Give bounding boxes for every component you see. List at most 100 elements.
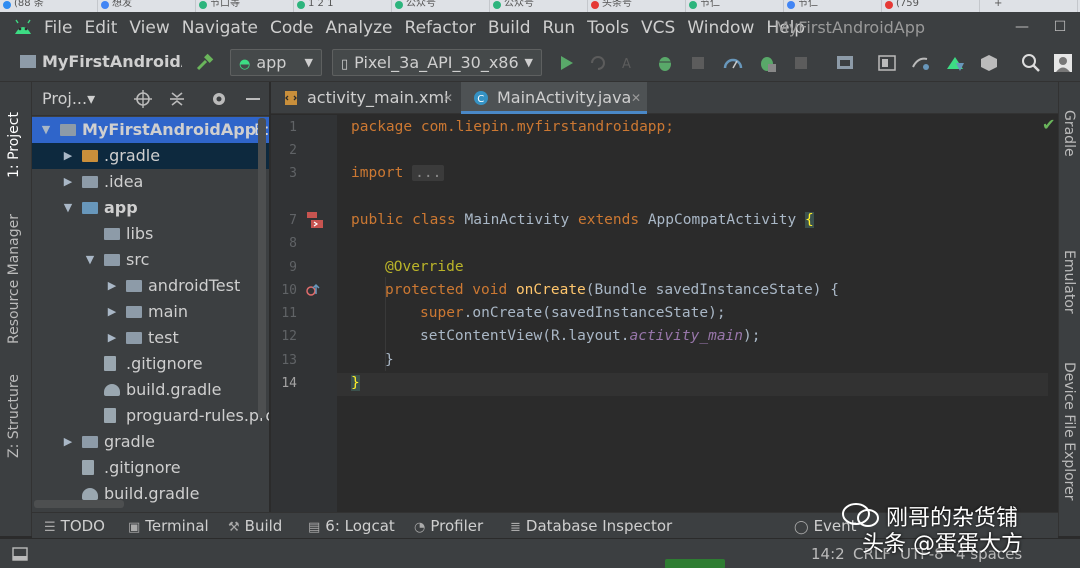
stop-icon[interactable] [790,53,812,73]
inspection-ok-icon[interactable]: ✔ [1042,115,1055,134]
tree-item[interactable]: ▶ gradle [32,429,269,455]
tree-horizontal-scrollbar[interactable] [34,500,124,508]
editor-scrollbar[interactable] [1048,115,1058,513]
tab-project[interactable]: 1: Project [6,112,22,178]
tool-database-inspector[interactable]: ≣ Database Inspector [510,513,672,541]
browser-tab[interactable]: 公众号 [392,0,490,12]
chevron-right-icon[interactable]: ▶ [62,143,74,169]
sdk-manager-icon[interactable] [944,53,966,73]
browser-tab-label: 节仁 [700,0,720,9]
hammer-icon[interactable] [194,53,216,73]
account-icon[interactable] [1052,53,1074,73]
menu-refactor[interactable]: Refactor [405,12,476,44]
layout-inspector-icon[interactable] [978,53,1000,73]
code-editor[interactable]: package com.liepin.myfirstandroidapp; im… [337,115,1048,513]
tree-item[interactable]: ▼ src [32,247,269,273]
browser-tab[interactable]: 1 2 1 [294,0,392,12]
project-structure-icon[interactable] [834,53,856,73]
maximize-button[interactable]: ☐ [1040,12,1080,44]
chevron-right-icon[interactable]: ▶ [62,169,74,195]
project-view-select[interactable]: Proj...▾ [42,89,95,108]
tab-activity-main-xml[interactable]: activity_main.xml ✕ [271,82,459,114]
attach-process-icon[interactable] [756,53,778,73]
apply-code-changes-icon[interactable]: A [619,53,641,73]
attach-debugger-icon[interactable] [688,53,710,73]
menu-code[interactable]: Code [270,12,314,44]
menu-vcs[interactable]: VCS [641,12,675,44]
profile-icon[interactable] [722,53,744,73]
menu-file[interactable]: File [44,12,72,44]
tab-main-activity-java[interactable]: C MainActivity.java ✕ [461,82,647,114]
tree-item[interactable]: ▶ .idea [32,169,269,195]
tree-item[interactable]: .gitignore [32,455,269,481]
hide-panel-icon[interactable] [244,90,262,108]
browser-tab[interactable]: 头条号 [588,0,686,12]
menu-edit[interactable]: Edit [84,12,117,44]
tree-item[interactable]: ▶ androidTest [32,273,269,299]
tree-item[interactable]: libs [32,221,269,247]
tab-gradle[interactable]: Gradle [1061,110,1077,157]
tree-item[interactable]: build.gradle [32,377,269,403]
gear-icon[interactable] [210,90,228,108]
browser-tab[interactable]: 节仁 [686,0,784,12]
tool-windows-toggle-icon[interactable] [12,546,28,562]
browser-tab[interactable]: 公众号 [490,0,588,12]
chevron-right-icon[interactable]: ▶ [106,325,118,351]
tree-item[interactable]: ▼ app [32,195,269,221]
run-class-gutter-icon[interactable] [305,210,325,230]
tree-item[interactable]: .gitignore [32,351,269,377]
tree-item[interactable]: ▶ .gradle [32,143,269,169]
close-icon[interactable]: ✕ [631,82,641,114]
project-breadcrumb[interactable]: MyFirstAndroidApp [20,52,182,71]
browser-tab[interactable]: 节口等 [196,0,294,12]
chevron-down-icon[interactable]: ▼ [40,117,52,143]
sync-gradle-icon[interactable] [910,53,932,73]
chevron-down-icon[interactable]: ▼ [84,247,96,273]
run-icon[interactable] [555,53,577,73]
minimize-button[interactable]: — [1002,12,1042,44]
run-config-select[interactable]: ◓ app ▼ [230,49,322,76]
tab-resource-manager[interactable]: Resource Manager [6,214,22,344]
tool-build[interactable]: ⚒ Build [228,513,282,541]
tool-todo[interactable]: ☰ TODO [44,513,105,541]
debug-icon[interactable] [654,53,676,73]
tab-device-file-explorer[interactable]: Device File Explorer [1061,362,1077,501]
browser-tab[interactable]: 想发 [98,0,196,12]
chevron-right-icon[interactable]: ▶ [106,299,118,325]
menu-view[interactable]: View [129,12,169,44]
chevron-right-icon[interactable]: ▶ [62,429,74,455]
tab-emulator[interactable]: Emulator [1061,250,1077,314]
browser-tab[interactable]: + [980,0,1078,12]
menu-build[interactable]: Build [488,12,531,44]
close-icon[interactable]: ✕ [443,82,453,114]
browser-tab[interactable]: 节仁 [784,0,882,12]
tab-structure[interactable]: Z: Structure [6,374,22,458]
run-config-label: app [256,53,287,72]
tree-item[interactable]: ▶ test [32,325,269,351]
menu-analyze[interactable]: Analyze [326,12,393,44]
tool-terminal[interactable]: ▣ Terminal [128,513,209,541]
chevron-down-icon[interactable]: ▼ [62,195,74,221]
collapse-all-icon[interactable] [168,90,186,108]
chevron-right-icon[interactable]: ▶ [106,273,118,299]
override-gutter-icon[interactable] [305,282,321,298]
apply-changes-icon[interactable] [587,53,609,73]
tree-item[interactable]: ▼MyFirstAndroidAppE:\A [32,117,269,143]
tool-logcat[interactable]: ▤ 6: Logcat [308,513,395,541]
tree-scrollbar[interactable] [258,118,266,418]
folded-imports[interactable]: ... [412,165,445,181]
menu-tools[interactable]: Tools [587,12,629,44]
browser-tab[interactable]: (88 条 [0,0,98,12]
browser-tab[interactable]: (759 [882,0,980,12]
tree-item[interactable]: proguard-rules.pro [32,403,269,429]
menu-run[interactable]: Run [543,12,576,44]
device-select[interactable]: ▯ Pixel_3a_API_30_x86 ▼ [332,49,542,76]
code-line: import ... [351,162,445,185]
menu-navigate[interactable]: Navigate [182,12,258,44]
locate-icon[interactable] [134,90,152,108]
tree-item[interactable]: ▶ main [32,299,269,325]
tool-profiler[interactable]: ◔ Profiler [414,513,483,541]
menu-window[interactable]: Window [687,12,754,44]
search-icon[interactable] [1020,53,1042,73]
avd-manager-icon[interactable] [876,53,898,73]
